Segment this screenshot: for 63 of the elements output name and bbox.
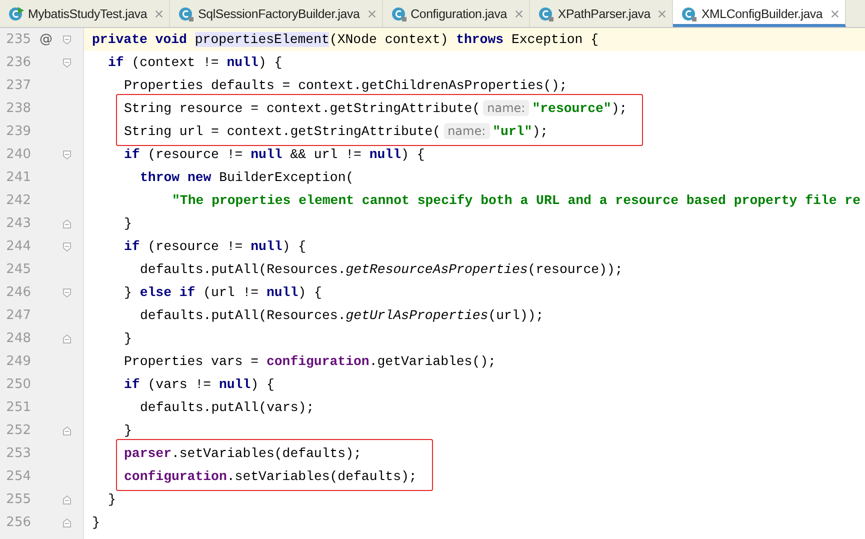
code-line: Properties vars = configuration.getVariables(); bbox=[123, 353, 497, 371]
line-number: 244 bbox=[5, 239, 31, 254]
fold-icon[interactable] bbox=[62, 150, 72, 160]
fold-icon[interactable] bbox=[62, 334, 72, 344]
line-number: 237 bbox=[5, 78, 31, 93]
code-line: String url = context.getStringAttribute( name: "url"); bbox=[123, 122, 550, 141]
line-number: 250 bbox=[5, 377, 31, 392]
line-number: 240 bbox=[5, 147, 31, 162]
close-icon[interactable] bbox=[514, 10, 523, 18]
code-line: defaults.putAll(Resources.getResourceAsProperties(resource)); bbox=[139, 261, 624, 279]
line-number: 248 bbox=[5, 331, 31, 346]
code-line: } bbox=[123, 330, 133, 348]
code-line: } bbox=[123, 422, 133, 440]
line-number: 253 bbox=[5, 446, 31, 461]
line-number: 236 bbox=[5, 55, 31, 70]
code-line: } else if (url != null) { bbox=[123, 284, 323, 302]
code-line: } bbox=[91, 514, 101, 532]
fold-icon[interactable] bbox=[62, 518, 72, 528]
line-number: 241 bbox=[5, 170, 31, 185]
code-line: defaults.putAll(vars); bbox=[139, 399, 316, 417]
line-number: 246 bbox=[5, 285, 31, 300]
fold-icon[interactable] bbox=[62, 426, 72, 436]
code-line: "The properties element cannot specify both a URL and a resource based property file re bbox=[171, 192, 862, 210]
line-number: 249 bbox=[5, 354, 31, 369]
line-number: 235 bbox=[5, 32, 31, 47]
line-number: 254 bbox=[5, 469, 31, 484]
fold-icon[interactable] bbox=[62, 34, 72, 44]
close-icon[interactable] bbox=[658, 10, 666, 18]
fold-icon[interactable] bbox=[62, 58, 72, 68]
line-number: 242 bbox=[5, 193, 31, 208]
code-line: } bbox=[107, 491, 117, 509]
code-line: if (resource != null) { bbox=[123, 238, 308, 256]
code-line: } bbox=[123, 215, 133, 233]
close-icon[interactable] bbox=[830, 10, 839, 18]
fold-icon[interactable] bbox=[62, 242, 72, 252]
fold-icon[interactable] bbox=[62, 218, 72, 228]
line-number: 251 bbox=[5, 400, 31, 415]
line-number: 252 bbox=[5, 423, 31, 438]
line-number: 245 bbox=[5, 262, 31, 277]
override-marker[interactable]: @ bbox=[40, 32, 52, 47]
editor-tab[interactable]: Configuration.java bbox=[382, 0, 530, 27]
editor-tab[interactable]: SqlSessionFactoryBuilder.java bbox=[170, 0, 383, 27]
editor-tab[interactable]: XMLConfigBuilder.java bbox=[673, 0, 846, 27]
code-line: defaults.putAll(Resources.getUrlAsProperties(url)); bbox=[139, 307, 545, 325]
close-icon[interactable] bbox=[368, 10, 376, 18]
line-number: 256 bbox=[5, 515, 31, 530]
code-line: throw new BuilderException( bbox=[139, 169, 355, 187]
code-line: if (context != null) { bbox=[107, 54, 284, 72]
code-line: configuration.setVariables(defaults); bbox=[123, 468, 418, 486]
line-number: 238 bbox=[5, 101, 31, 116]
line-number: 255 bbox=[5, 492, 31, 507]
close-icon[interactable] bbox=[155, 10, 164, 18]
editor-tab[interactable]: MybatisStudyTest.java bbox=[0, 0, 170, 27]
code-line: if (vars != null) { bbox=[123, 376, 276, 394]
code-line: Properties defaults = context.getChildrenAsProperties(); bbox=[123, 77, 568, 95]
code-line: parser.setVariables(defaults); bbox=[123, 445, 362, 463]
fold-icon[interactable] bbox=[62, 494, 72, 504]
fold-icon[interactable] bbox=[62, 288, 72, 298]
line-number: 243 bbox=[5, 216, 31, 231]
line-number: 239 bbox=[5, 124, 31, 139]
code-line: String resource = context.getStringAttribute( name: "resource"); bbox=[123, 99, 628, 118]
code-line: if (resource != null && url != null) { bbox=[123, 146, 426, 164]
line-number: 247 bbox=[5, 308, 31, 323]
